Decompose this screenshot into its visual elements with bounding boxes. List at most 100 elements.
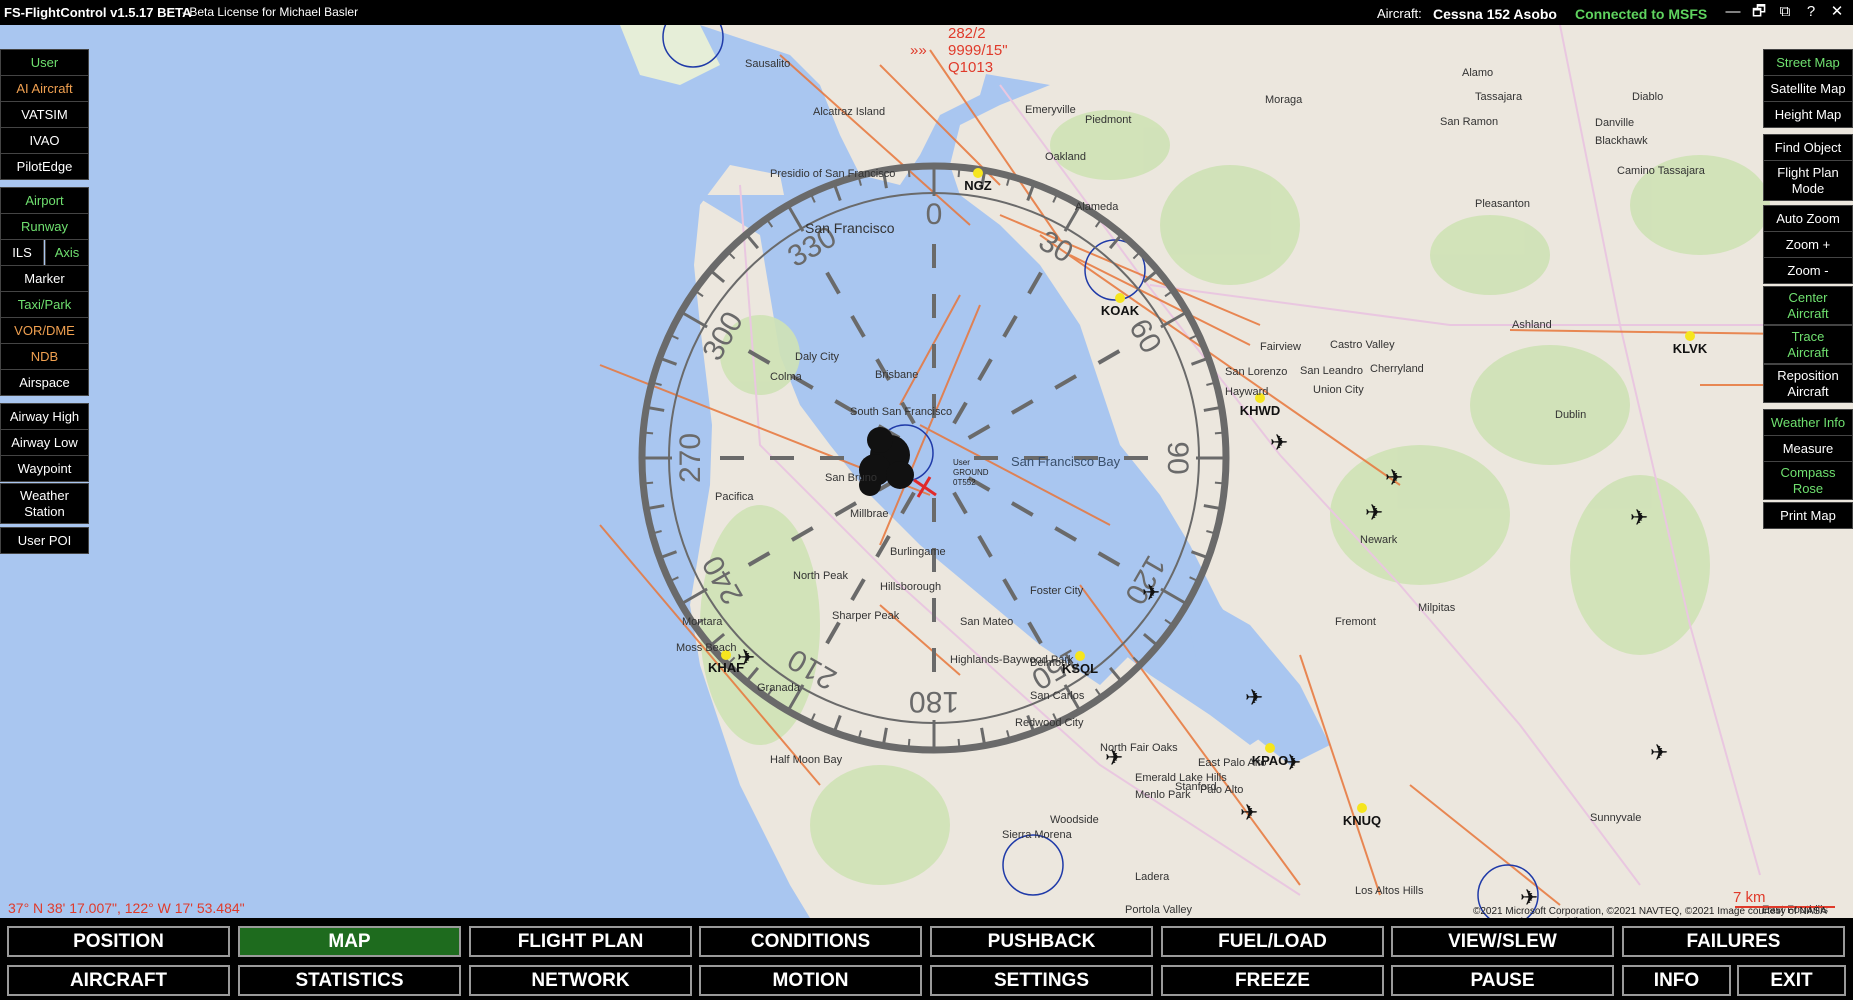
toggle-vor-dme[interactable]: VOR/DME <box>0 317 89 344</box>
toggle-vatsim[interactable]: VATSIM <box>0 101 89 128</box>
toggle-marker[interactable]: Marker <box>0 265 89 292</box>
minimize-button[interactable]: — <box>1723 3 1743 21</box>
compass-tick <box>1214 481 1225 485</box>
toggle-runway[interactable]: Runway <box>0 213 89 240</box>
weather-line-2: 9999/15" <box>948 42 1008 59</box>
toggle-ai-aircraft[interactable]: AI Aircraft <box>0 75 89 102</box>
help-button[interactable]: ? <box>1801 3 1821 21</box>
toggle-user-poi[interactable]: User POI <box>0 527 89 554</box>
ai-aircraft-icon: ✈ <box>1283 751 1301 776</box>
tab-info[interactable]: INFO <box>1622 965 1731 996</box>
place-label: Sharper Peak <box>832 610 900 622</box>
tab-view-slew[interactable]: VIEW/SLEW <box>1391 926 1614 957</box>
place-label: Camino Tassajara <box>1617 165 1706 177</box>
ai-aircraft-icon: ✈ <box>1630 506 1648 531</box>
toggle-taxi-park[interactable]: Taxi/Park <box>0 291 89 318</box>
tab-fuel-load[interactable]: FUEL/LOAD <box>1161 926 1384 957</box>
place-label: San Francisco Bay <box>1011 454 1121 469</box>
weather-line-3: Q1013 <box>948 59 993 76</box>
map-auto-zoom-button[interactable]: Auto Zoom <box>1763 205 1853 232</box>
tab-position[interactable]: POSITION <box>7 926 230 957</box>
map-measure-button[interactable]: Measure <box>1763 435 1853 462</box>
toggle-user[interactable]: User <box>0 49 89 76</box>
popout-button[interactable]: ⧉ <box>1775 3 1795 21</box>
toggle-pilotedge[interactable]: PilotEdge <box>0 153 89 180</box>
tab-statistics[interactable]: STATISTICS <box>238 965 461 996</box>
tab-exit[interactable]: EXIT <box>1737 965 1846 996</box>
map-center-aircraft-button[interactable]: Center Aircraft <box>1763 286 1853 325</box>
map-zoom--button[interactable]: Zoom - <box>1763 257 1853 284</box>
ai-aircraft-icon: ✈ <box>1240 801 1258 826</box>
place-label: East Palo Alto <box>1198 757 1267 769</box>
toggle-axis[interactable]: Axis <box>45 239 89 266</box>
place-label: Cherryland <box>1370 363 1424 375</box>
map-view[interactable]: 0 30 60 90 120 150 180 210 240 270 300 330 282/2 99… <box>0 25 1853 918</box>
toggle-ivao[interactable]: IVAO <box>0 127 89 154</box>
toggle-ndb[interactable]: NDB <box>0 343 89 370</box>
place-label: Presidio of San Francisco <box>770 168 895 180</box>
svg-text:»»: »» <box>910 42 927 59</box>
aircraft-label: Aircraft: <box>1377 6 1422 21</box>
compass-tick <box>957 738 961 749</box>
place-label: San Lorenzo <box>1225 366 1287 378</box>
tab-pushback[interactable]: PUSHBACK <box>930 926 1153 957</box>
tab-map[interactable]: MAP <box>238 926 461 957</box>
map-height-map-button[interactable]: Height Map <box>1763 101 1853 128</box>
tab-failures[interactable]: FAILURES <box>1622 926 1845 957</box>
place-label: Sausalito <box>745 58 790 70</box>
ai-aircraft-icon: ✈ <box>1142 581 1160 606</box>
place-label: Millbrae <box>850 508 889 520</box>
toggle-airway-high[interactable]: Airway High <box>0 403 89 430</box>
map-trace-aircraft-button[interactable]: Trace Aircraft <box>1763 325 1853 364</box>
place-label: Daly City <box>795 351 840 363</box>
map-print-map-button[interactable]: Print Map <box>1763 502 1853 529</box>
close-button[interactable]: ✕ <box>1827 3 1847 21</box>
compass-tick <box>907 167 911 178</box>
svg-text:User: User <box>953 458 970 467</box>
toggle-weather-station[interactable]: Weather Station <box>0 483 89 524</box>
tab-settings[interactable]: SETTINGS <box>930 965 1153 996</box>
place-label: San Leandro <box>1300 365 1363 377</box>
airport-label: KLVK <box>1673 341 1708 356</box>
place-label: Ashland <box>1512 319 1552 331</box>
toggle-waypoint[interactable]: Waypoint <box>0 455 89 482</box>
ai-aircraft-icon: ✈ <box>737 646 755 671</box>
tab-conditions[interactable]: CONDITIONS <box>699 926 922 957</box>
place-label: North Fair Oaks <box>1100 742 1178 754</box>
tab-aircraft[interactable]: AIRCRAFT <box>7 965 230 996</box>
tab-flight-plan[interactable]: FLIGHT PLAN <box>469 926 692 957</box>
place-label: Ladera <box>1135 871 1170 883</box>
map-flight-plan-mode-button[interactable]: Flight Plan Mode <box>1763 160 1853 201</box>
tab-freeze[interactable]: FREEZE <box>1161 965 1384 996</box>
toggle-ils[interactable]: ILS <box>0 239 44 266</box>
ai-aircraft-icon: ✈ <box>1270 431 1288 456</box>
tab-network[interactable]: NETWORK <box>469 965 692 996</box>
airport-label: KHWD <box>1240 403 1280 418</box>
compass-tick <box>1214 431 1225 435</box>
map-satellite-map-button[interactable]: Satellite Map <box>1763 75 1853 102</box>
map-compass-rose-button[interactable]: Compass Rose <box>1763 461 1853 500</box>
map-find-object-button[interactable]: Find Object <box>1763 134 1853 161</box>
map-weather-info-button[interactable]: Weather Info <box>1763 409 1853 436</box>
tab-motion[interactable]: MOTION <box>699 965 922 996</box>
toggle-airport[interactable]: Airport <box>0 187 89 214</box>
map-street-map-button[interactable]: Street Map <box>1763 49 1853 76</box>
place-label: Sunnyvale <box>1590 812 1641 824</box>
place-label: Fremont <box>1335 616 1376 628</box>
connection-status: Connected to MSFS <box>1575 6 1708 22</box>
place-label: Burlingame <box>890 546 946 558</box>
map-reposition-aircraft-button[interactable]: Reposition Aircraft <box>1763 364 1853 403</box>
toggle-airspace[interactable]: Airspace <box>0 369 89 396</box>
place-label: Half Moon Bay <box>770 754 843 766</box>
map-canvas[interactable]: 0306090120150180210240270300330 282/2 99… <box>0 25 1853 918</box>
aircraft-name: Cessna 152 Asobo <box>1433 6 1557 22</box>
restore-button[interactable]: 🗗 <box>1749 3 1769 21</box>
map-zoom--button[interactable]: Zoom + <box>1763 231 1853 258</box>
toggle-airway-low[interactable]: Airway Low <box>0 429 89 456</box>
place-label: San Carlos <box>1030 690 1085 702</box>
coordinates-readout: 37° N 38' 17.007", 122° W 17' 53.484" <box>8 900 245 916</box>
place-label: Moraga <box>1265 94 1303 106</box>
place-label: Fairview <box>1260 341 1301 353</box>
tab-pause[interactable]: PAUSE <box>1391 965 1614 996</box>
airport-marker <box>1115 293 1125 303</box>
